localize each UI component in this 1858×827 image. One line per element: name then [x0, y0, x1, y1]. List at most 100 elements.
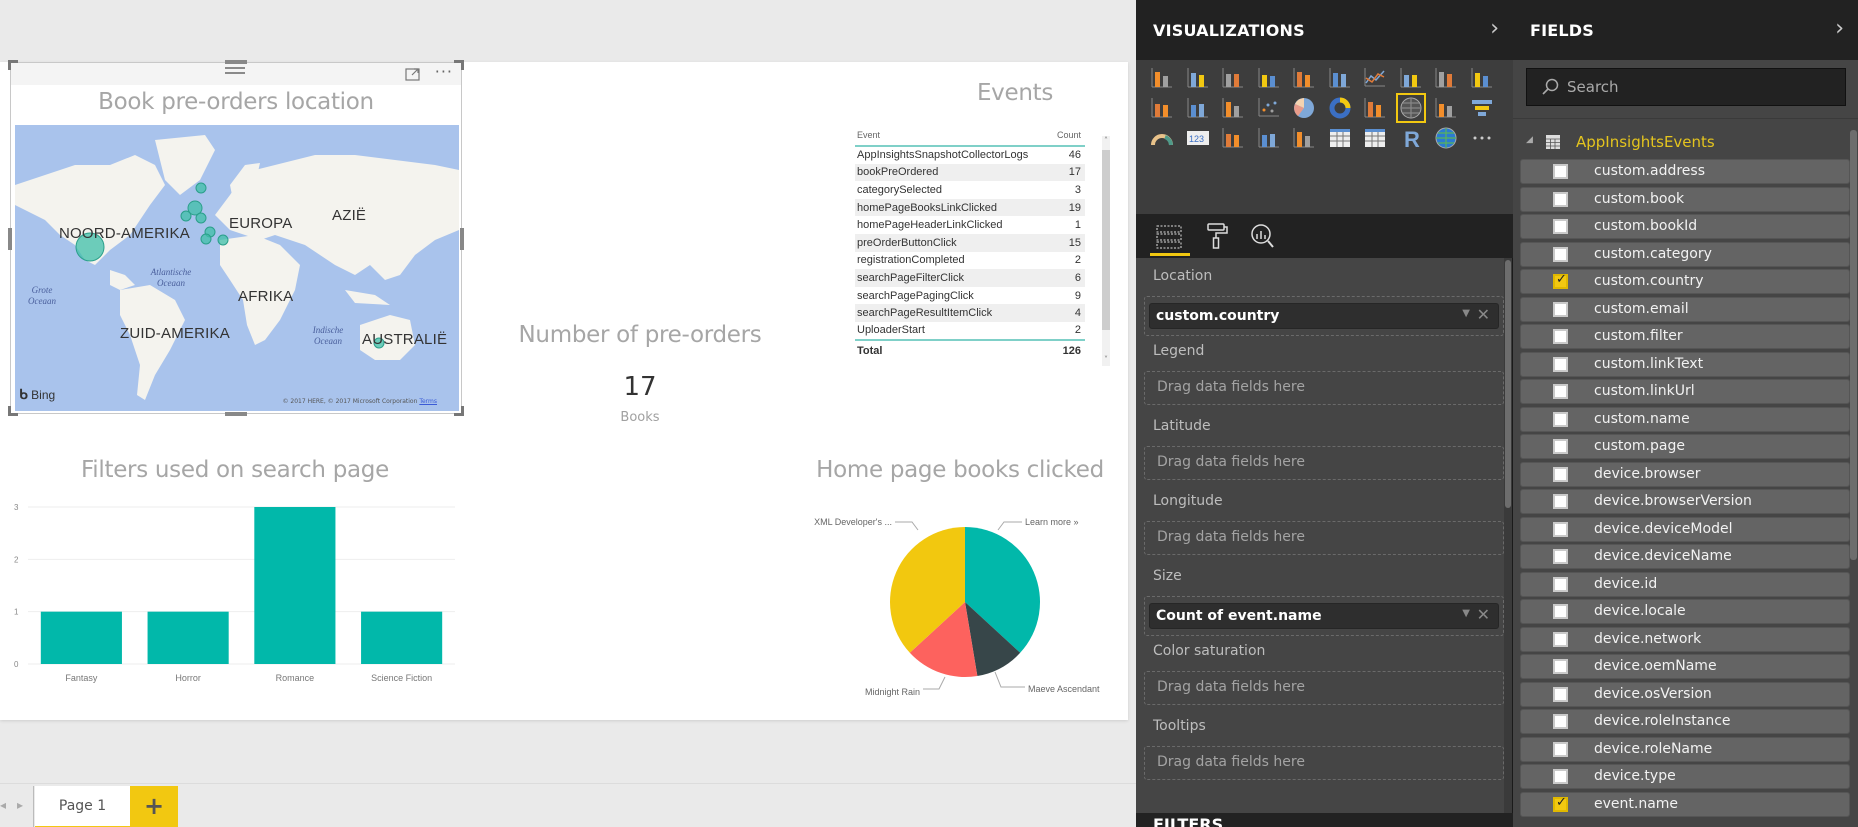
- field-item[interactable]: device.locale: [1520, 599, 1850, 624]
- field-item[interactable]: custom.email: [1520, 296, 1850, 322]
- field-item[interactable]: device.deviceName: [1520, 544, 1850, 569]
- field-item[interactable]: custom.linkUrl: [1520, 379, 1850, 404]
- collapse-triangle-icon[interactable]: ◢: [1526, 135, 1533, 145]
- table-row[interactable]: homePageBooksLinkClicked 19: [855, 198, 1085, 217]
- area-chart-icon[interactable]: [1399, 66, 1423, 90]
- field-item[interactable]: custom.country: [1520, 269, 1850, 294]
- fields-scrollbar[interactable]: [1850, 130, 1857, 560]
- analytics-tab[interactable]: [1242, 220, 1282, 256]
- table-row[interactable]: homePageHeaderLinkClicked 1: [855, 216, 1085, 234]
- field-checkbox[interactable]: [1553, 246, 1568, 262]
- field-item[interactable]: custom.linkText: [1520, 351, 1850, 377]
- scatter-chart-icon[interactable]: [1257, 96, 1281, 120]
- field-checkbox[interactable]: [1553, 714, 1568, 729]
- field-checkbox[interactable]: [1553, 686, 1568, 702]
- 100-stacked-bar-chart-icon[interactable]: [1292, 66, 1316, 90]
- resize-handle-left[interactable]: [8, 228, 12, 250]
- multi-row-card-icon[interactable]: [1221, 126, 1245, 150]
- donut-chart-icon[interactable]: [1328, 96, 1352, 120]
- filled-map-icon[interactable]: [1434, 96, 1458, 120]
- field-checkbox[interactable]: [1553, 272, 1568, 289]
- add-page-button[interactable]: +: [130, 786, 178, 827]
- field-checkbox[interactable]: [1553, 576, 1568, 592]
- field-checkbox[interactable]: [1553, 795, 1568, 812]
- bar-chart-visual[interactable]: Filters used on search page 0 1 2 3 Fantasy H…: [0, 457, 470, 757]
- table-row[interactable]: registrationCompleted 2: [855, 252, 1085, 270]
- kpi-icon[interactable]: [1257, 126, 1281, 150]
- field-item[interactable]: device.id: [1520, 571, 1850, 597]
- well-field-pill[interactable]: Count of event.name ▼ ✕: [1149, 603, 1499, 629]
- field-item[interactable]: custom.address: [1520, 159, 1850, 184]
- column-header-count[interactable]: Count: [1051, 126, 1085, 147]
- card-icon[interactable]: 123: [1186, 126, 1210, 150]
- field-checkbox[interactable]: [1553, 384, 1568, 399]
- scrollbar-thumb[interactable]: [1505, 260, 1511, 508]
- bing-map[interactable]: NOORD-AMERIKA EUROPA AZIË AFRIKA ZUID-AM…: [15, 125, 459, 411]
- table-row[interactable]: UploaderStart 2: [855, 322, 1085, 340]
- resize-handle-bottom[interactable]: [225, 412, 247, 416]
- resize-handle-top-right[interactable]: [454, 60, 464, 70]
- field-item[interactable]: custom.name: [1520, 406, 1850, 432]
- field-item[interactable]: custom.page: [1520, 434, 1850, 459]
- arcgis-map-icon[interactable]: [1434, 126, 1458, 150]
- scroll-down-icon[interactable]: ˅: [1102, 355, 1110, 364]
- map-visual[interactable]: ··· Book pre-orders location NOORD-AMERI…: [8, 60, 464, 416]
- column-header-event[interactable]: Event: [855, 126, 1052, 147]
- line-chart-icon[interactable]: [1363, 66, 1387, 90]
- field-item[interactable]: device.oemName: [1520, 654, 1850, 679]
- well-color-saturation[interactable]: Drag data fields here: [1144, 671, 1504, 705]
- field-checkbox[interactable]: [1553, 219, 1568, 234]
- focus-mode-icon[interactable]: [405, 66, 421, 82]
- field-item[interactable]: device.network: [1520, 626, 1850, 652]
- table-row[interactable]: searchPageFilterClick 6: [855, 269, 1085, 287]
- next-page-icon[interactable]: ▸: [17, 798, 23, 812]
- field-checkbox[interactable]: [1553, 356, 1568, 372]
- resize-handle-bottom-left[interactable]: [8, 406, 18, 416]
- pie-chart-icon[interactable]: [1292, 96, 1316, 120]
- clustered-column-chart-icon[interactable]: [1257, 66, 1281, 90]
- events-scrollbar[interactable]: ˄ ˅: [1102, 136, 1110, 366]
- field-item[interactable]: custom.filter: [1520, 324, 1850, 349]
- field-checkbox[interactable]: [1553, 549, 1568, 564]
- chevron-right-icon[interactable]: ›: [1835, 16, 1844, 41]
- terms-link[interactable]: Terms: [419, 398, 437, 405]
- field-checkbox[interactable]: [1553, 191, 1568, 207]
- field-checkbox[interactable]: [1553, 466, 1568, 482]
- field-checkbox[interactable]: [1553, 164, 1568, 179]
- remove-field-icon[interactable]: ✕: [1477, 305, 1490, 324]
- line-and-stacked-column-chart-icon[interactable]: [1470, 66, 1494, 90]
- events-table-visual[interactable]: Events Event Count AppInsightsSnapshotCo…: [850, 80, 1120, 380]
- resize-handle-right[interactable]: [460, 228, 464, 250]
- line-and-clustered-column-chart-icon[interactable]: [1150, 96, 1174, 120]
- scroll-up-icon[interactable]: ˄: [1102, 136, 1110, 145]
- gauge-icon[interactable]: [1150, 126, 1174, 150]
- well-size[interactable]: Count of event.name ▼ ✕: [1144, 596, 1504, 636]
- report-canvas[interactable]: ··· Book pre-orders location NOORD-AMERI…: [0, 60, 1128, 720]
- table-icon[interactable]: [1328, 126, 1352, 150]
- bar-science-fiction[interactable]: [361, 611, 443, 664]
- field-checkbox[interactable]: [1553, 631, 1568, 647]
- field-item[interactable]: custom.bookId: [1520, 214, 1850, 239]
- table-row[interactable]: categorySelected 3: [855, 181, 1085, 199]
- well-location[interactable]: custom.country ▼ ✕: [1144, 296, 1504, 336]
- matrix-icon[interactable]: [1363, 126, 1387, 150]
- bar-romance[interactable]: [254, 507, 336, 664]
- remove-field-icon[interactable]: ✕: [1477, 605, 1490, 624]
- 100-stacked-column-chart-icon[interactable]: [1328, 66, 1352, 90]
- more-options-icon[interactable]: ···: [435, 64, 453, 80]
- field-checkbox[interactable]: [1553, 604, 1568, 619]
- table-row[interactable]: bookPreOrdered 17: [855, 163, 1085, 182]
- resize-handle-bottom-right[interactable]: [454, 406, 464, 416]
- pie-chart-visual[interactable]: Home page books clicked Learn more » Maev…: [810, 457, 1110, 757]
- field-item[interactable]: device.browserVersion: [1520, 489, 1850, 514]
- field-item[interactable]: device.roleInstance: [1520, 709, 1850, 734]
- field-checkbox[interactable]: [1553, 659, 1568, 674]
- table-row[interactable]: searchPageResultItemClick 4: [855, 304, 1085, 322]
- field-item[interactable]: custom.book: [1520, 186, 1850, 212]
- chevron-down-icon[interactable]: ▼: [1462, 308, 1470, 319]
- field-item[interactable]: device.browser: [1520, 461, 1850, 487]
- field-item[interactable]: device.roleName: [1520, 736, 1850, 762]
- resize-handle-top-left[interactable]: [8, 60, 18, 70]
- fields-search-box[interactable]: [1526, 68, 1846, 106]
- page-tab-page-1[interactable]: Page 1: [35, 786, 130, 827]
